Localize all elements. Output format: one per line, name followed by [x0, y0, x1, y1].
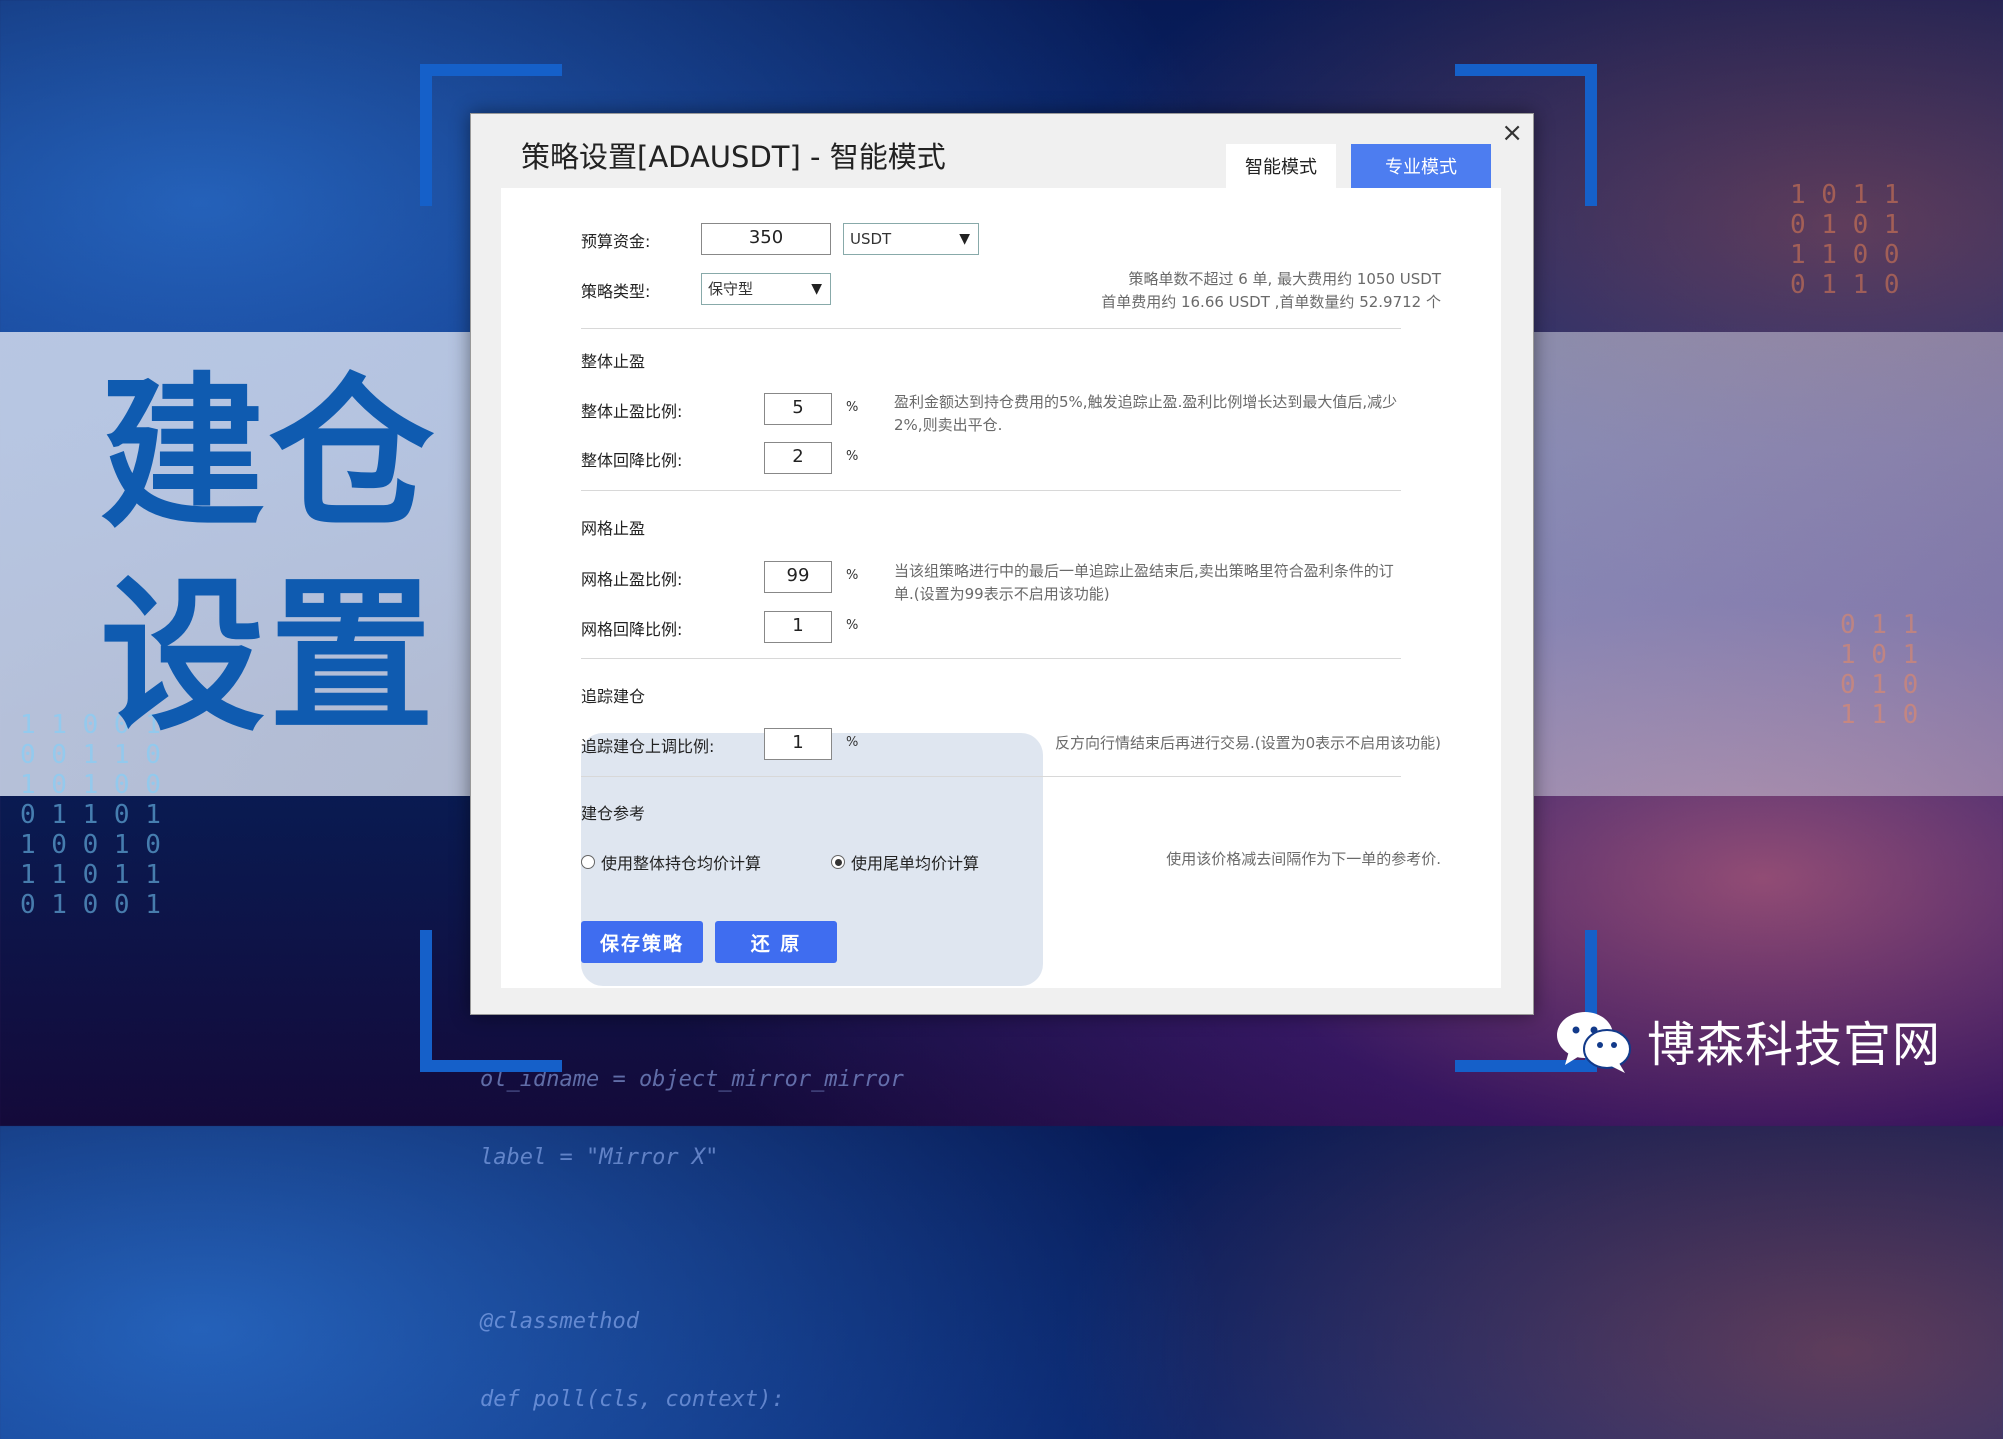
strategy-type-label: 策略类型:: [581, 282, 651, 301]
budget-input[interactable]: 350: [701, 223, 831, 255]
tab-smart-mode[interactable]: 智能模式: [1226, 144, 1336, 188]
overall-tp-ratio-label: 整体止盈比例:: [581, 402, 683, 421]
strategy-type-select[interactable]: 保守型 ▼: [701, 273, 831, 305]
currency-select-value: USDT: [850, 230, 892, 248]
budget-label: 预算资金:: [581, 232, 651, 251]
side-title-line-2: 设置: [100, 561, 438, 753]
overall-tp-section-title: 整体止盈: [581, 352, 646, 371]
grid-tp-ratio-label: 网格止盈比例:: [581, 570, 683, 589]
percent-unit: %: [846, 400, 859, 415]
trailing-entry-note: 反方向行情结束后再进行交易.(设置为0表示不启用该功能): [1054, 734, 1441, 752]
overall-pullback-input[interactable]: 2: [764, 442, 832, 474]
percent-unit: %: [846, 735, 859, 750]
radio-label: 使用尾单均价计算: [851, 854, 980, 873]
grid-tp-section-title: 网格止盈: [581, 519, 646, 538]
background-binary-digits: 0 1 1 1 0 1 0 1 0 1 1 0: [1840, 610, 1919, 730]
divider: [581, 490, 1401, 491]
divider: [581, 328, 1401, 329]
grid-pullback-label: 网格回降比例:: [581, 620, 683, 639]
trailing-entry-section-title: 追踪建仓: [581, 687, 646, 706]
brand-name: 博森科技官网: [1647, 1017, 1942, 1073]
overall-tp-note: 盈利金额达到持仓费用的5%,触发追踪止盈.盈利比例增长达到最大值后,减少 2%,…: [894, 393, 1398, 434]
save-strategy-button[interactable]: 保存策略: [581, 921, 703, 963]
radio-button[interactable]: [581, 855, 595, 869]
overall-tp-ratio-input[interactable]: 5: [764, 393, 832, 425]
side-title-line-1: 建仓: [100, 358, 438, 550]
chevron-down-icon: ▼: [959, 231, 970, 247]
strategy-settings-dialog: × 策略设置[ADAUSDT] - 智能模式 智能模式 专业模式 预算资金: 3…: [470, 113, 1534, 1015]
currency-select[interactable]: USDT ▼: [843, 223, 979, 255]
grid-tp-ratio-input[interactable]: 99: [764, 561, 832, 593]
divider: [581, 658, 1401, 659]
percent-unit: %: [846, 568, 859, 583]
background-code: ol_idname = object_mirror_mirror label =…: [480, 1067, 904, 1412]
trailing-entry-label: 追踪建仓上调比例:: [581, 737, 715, 756]
radio-label: 使用整体持仓均价计算: [601, 854, 762, 873]
radio-last-order-average[interactable]: 使用尾单均价计算: [831, 850, 979, 874]
brand: 博森科技官网: [1555, 1005, 1941, 1075]
reset-button[interactable]: 还 原: [715, 921, 837, 963]
background-binary-digits: 1 0 1 1 0 1 0 1 1 1 0 0 0 1 1 0: [1790, 180, 1900, 300]
percent-unit: %: [846, 618, 859, 633]
strategy-type-value: 保守型: [708, 280, 754, 298]
radio-button-selected[interactable]: [831, 855, 845, 869]
wechat-icon: [1557, 1012, 1631, 1073]
divider: [581, 776, 1401, 777]
settings-panel: 预算资金: 350 USDT ▼ 策略类型: 保守型 ▼ 策略单数不超过 6 单…: [501, 188, 1501, 988]
close-icon[interactable]: ×: [1501, 118, 1523, 148]
dialog-title: 策略设置[ADAUSDT] - 智能模式: [521, 140, 946, 174]
grid-pullback-input[interactable]: 1: [764, 611, 832, 643]
overall-pullback-label: 整体回降比例:: [581, 451, 683, 470]
entry-ref-note: 使用该价格减去间隔作为下一单的参考价.: [1166, 850, 1441, 868]
grid-tp-note: 当该组策略进行中的最后一单追踪止盈结束后,卖出策略里符合盈利条件的订 单.(设置…: [894, 562, 1394, 603]
tab-pro-mode[interactable]: 专业模式: [1351, 144, 1491, 188]
strategy-summary: 策略单数不超过 6 单, 最大费用约 1050 USDT 首单费用约 16.66…: [1101, 270, 1441, 311]
percent-unit: %: [846, 449, 859, 464]
chevron-down-icon: ▼: [811, 281, 822, 297]
entry-ref-section-title: 建仓参考: [581, 804, 646, 823]
radio-overall-average[interactable]: 使用整体持仓均价计算: [581, 850, 761, 874]
trailing-entry-input[interactable]: 1: [764, 728, 832, 760]
